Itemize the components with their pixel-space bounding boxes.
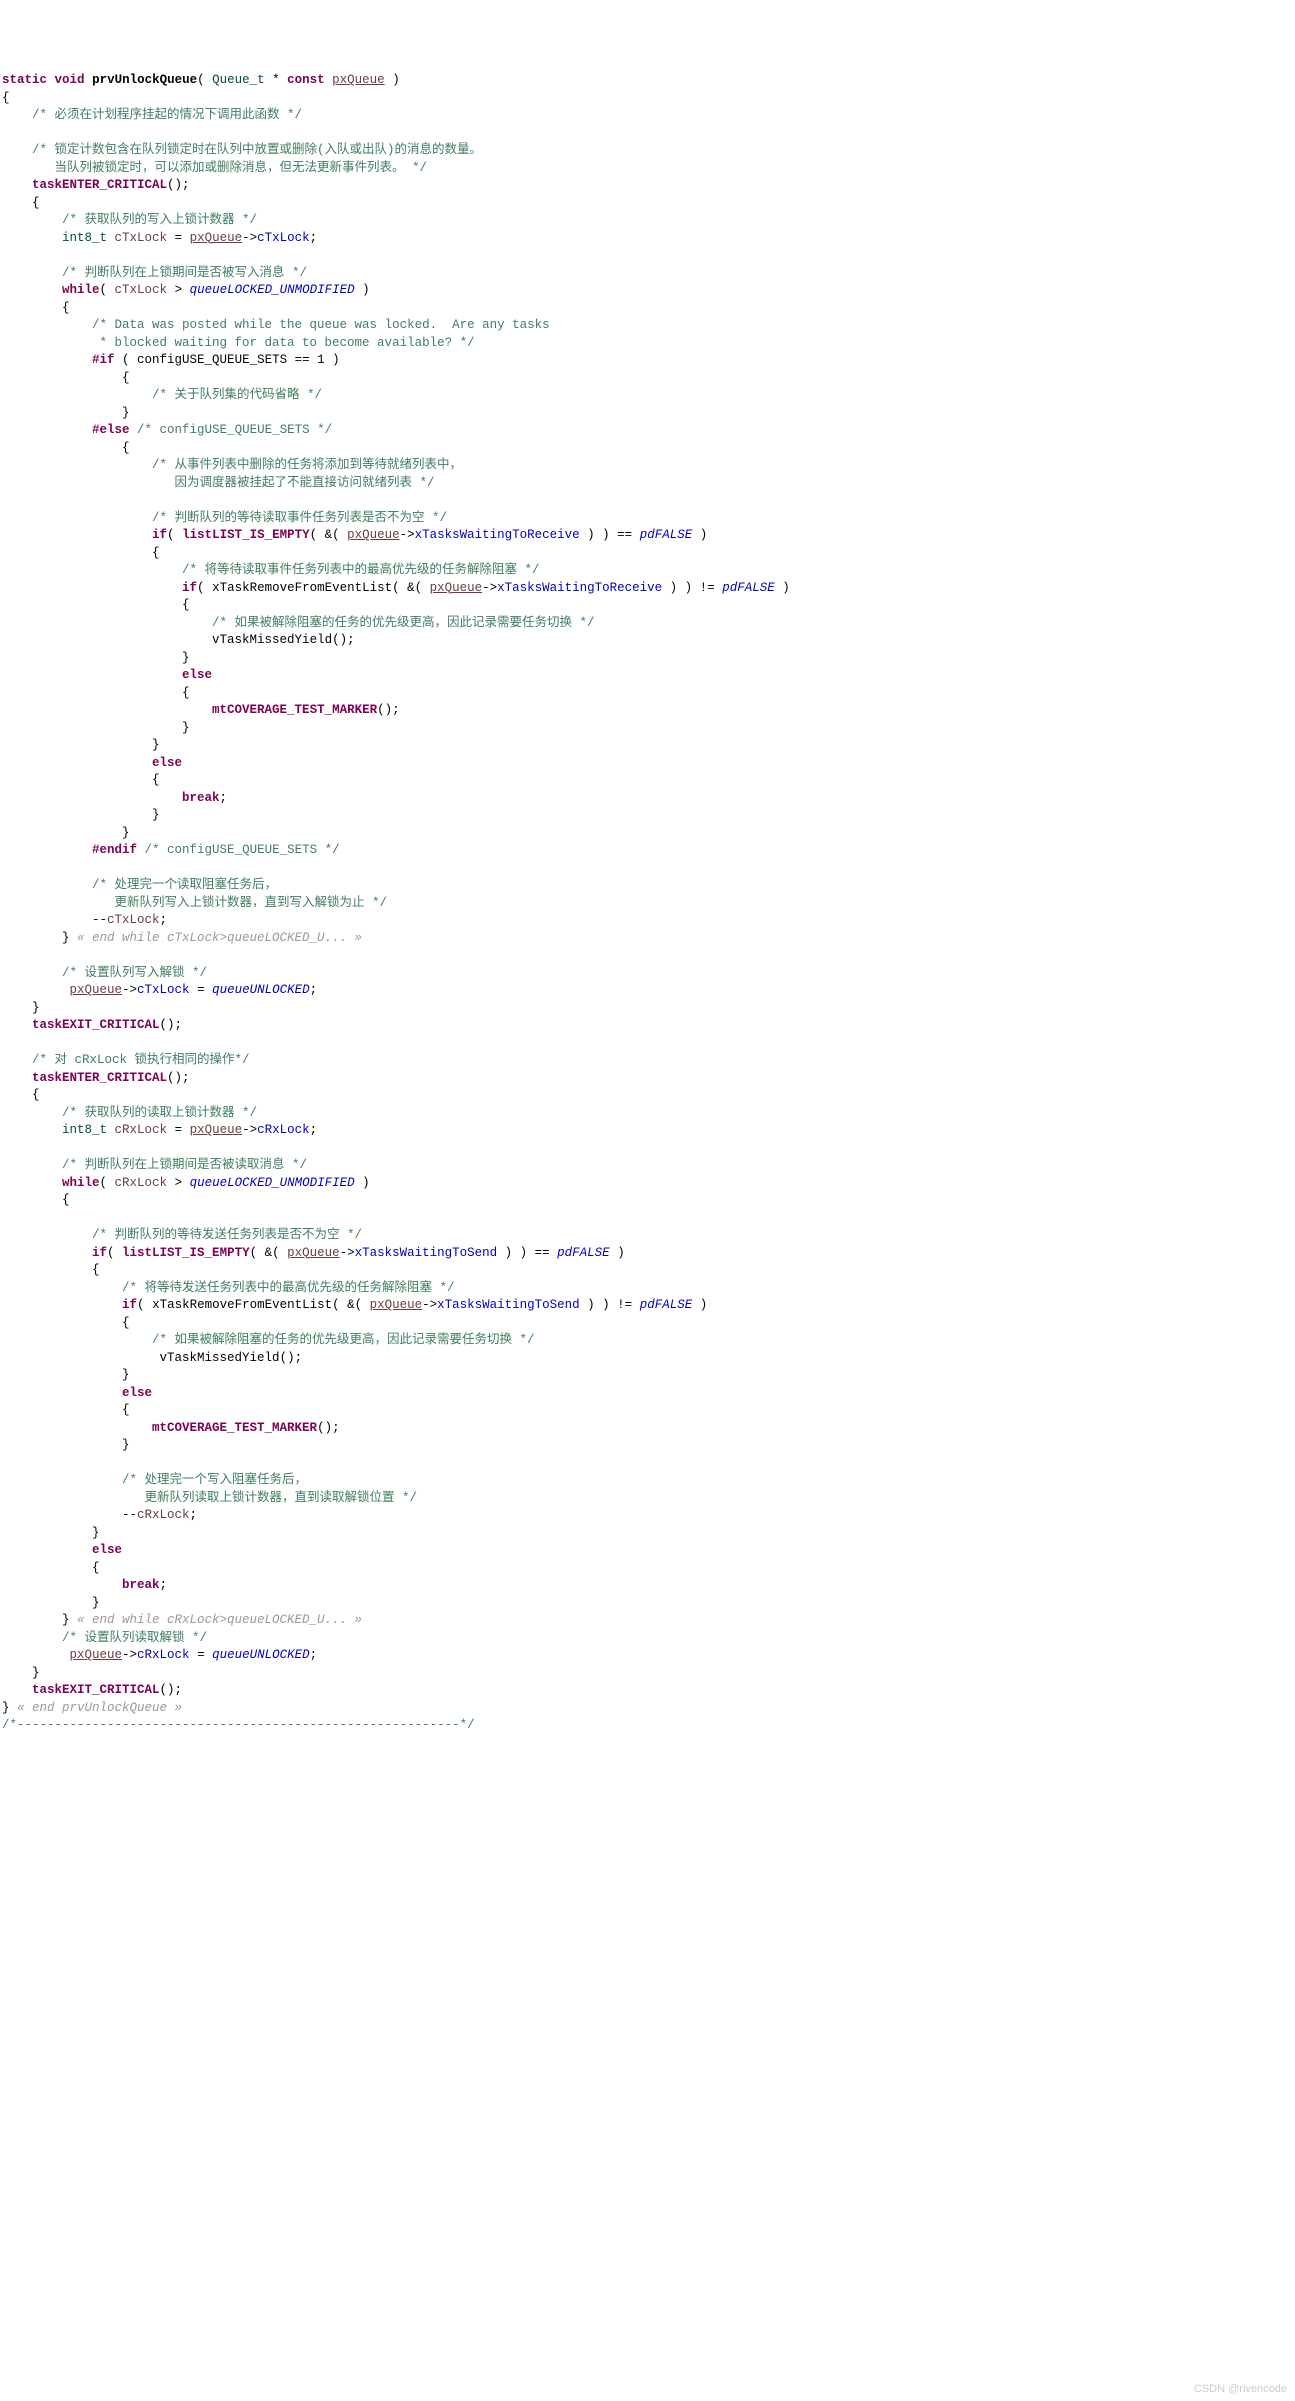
const: pdFALSE bbox=[557, 1246, 610, 1260]
param: pxQueue bbox=[332, 73, 385, 87]
type: int8_t bbox=[62, 231, 107, 245]
comment: /* 获取队列的读取上锁计数器 */ bbox=[62, 1106, 257, 1120]
comment: /* Data was posted while the queue was l… bbox=[92, 318, 550, 332]
type: Queue_t bbox=[212, 73, 265, 87]
var: cTxLock bbox=[107, 913, 160, 927]
var: cRxLock bbox=[137, 1508, 190, 1522]
kw-if: if bbox=[182, 581, 197, 595]
comment: /* 处理完一个写入阻塞任务后， bbox=[122, 1473, 307, 1487]
macro: listLIST_IS_EMPTY bbox=[122, 1246, 250, 1260]
param: pxQueue bbox=[70, 1648, 123, 1662]
pp-if: #if bbox=[92, 353, 115, 367]
comment: /* 判断队列在上锁期间是否被写入消息 */ bbox=[62, 266, 307, 280]
kw-else: else bbox=[122, 1386, 152, 1400]
field: xTasksWaitingToSend bbox=[437, 1298, 580, 1312]
comment: /* 如果被解除阻塞的任务的优先级更高，因此记录需要任务切换 */ bbox=[212, 616, 595, 630]
kw-if: if bbox=[122, 1298, 137, 1312]
type: int8_t bbox=[62, 1123, 107, 1137]
field: xTasksWaitingToSend bbox=[355, 1246, 498, 1260]
pp-endif: #endif bbox=[92, 843, 137, 857]
fold-hint: « end while cTxLock>queueLOCKED_U... » bbox=[77, 931, 362, 945]
fold-hint: « end while cRxLock>queueLOCKED_U... » bbox=[77, 1613, 362, 1627]
macro: mtCOVERAGE_TEST_MARKER bbox=[152, 1421, 317, 1435]
var: cTxLock bbox=[115, 283, 168, 297]
fn-call: xTaskRemoveFromEventList bbox=[212, 581, 392, 595]
fn-call: vTaskMissedYield bbox=[212, 633, 332, 647]
param: pxQueue bbox=[287, 1246, 340, 1260]
comment: /* 将等待发送任务列表中的最高优先级的任务解除阻塞 */ bbox=[122, 1281, 455, 1295]
param: pxQueue bbox=[430, 581, 483, 595]
macro: taskENTER_CRITICAL bbox=[32, 178, 167, 192]
comment: /* configUSE_QUEUE_SETS */ bbox=[145, 843, 340, 857]
comment: /* 从事件列表中删除的任务将添加到等待就绪列表中， bbox=[152, 458, 462, 472]
fn-call: xTaskRemoveFromEventList bbox=[152, 1298, 332, 1312]
comment: 更新队列读取上锁计数器，直到读取解锁位置 */ bbox=[2, 1491, 417, 1505]
comment: /* 将等待读取事件任务列表中的最高优先级的任务解除阻塞 */ bbox=[182, 563, 540, 577]
field: cRxLock bbox=[137, 1648, 190, 1662]
const: queueUNLOCKED bbox=[212, 983, 310, 997]
const: queueLOCKED_UNMODIFIED bbox=[190, 283, 355, 297]
comment: /* 判断队列的等待读取事件任务列表是否不为空 */ bbox=[152, 511, 447, 525]
comment: /* 判断队列在上锁期间是否被读取消息 */ bbox=[62, 1158, 307, 1172]
field: cRxLock bbox=[257, 1123, 310, 1137]
const: pdFALSE bbox=[640, 1298, 693, 1312]
comment: 更新队列写入上锁计数器，直到写入解锁为止 */ bbox=[2, 896, 387, 910]
watermark: CSDN @rivencode bbox=[1194, 2382, 1287, 2397]
comment: /* configUSE_QUEUE_SETS */ bbox=[137, 423, 332, 437]
comment: /*--------------------------------------… bbox=[2, 1718, 475, 1732]
kw-break: break bbox=[122, 1578, 160, 1592]
kw-const: const bbox=[287, 73, 325, 87]
macro: mtCOVERAGE_TEST_MARKER bbox=[212, 703, 377, 717]
var: cTxLock bbox=[115, 231, 168, 245]
comment: 当队列被锁定时，可以添加或删除消息，但无法更新事件列表。 */ bbox=[2, 161, 427, 175]
const: pdFALSE bbox=[640, 528, 693, 542]
macro: taskENTER_CRITICAL bbox=[32, 1071, 167, 1085]
kw-void: void bbox=[55, 73, 85, 87]
comment: /* 设置队列写入解锁 */ bbox=[62, 966, 207, 980]
kw-static: static bbox=[2, 73, 47, 87]
param: pxQueue bbox=[370, 1298, 423, 1312]
kw-else: else bbox=[182, 668, 212, 682]
comment: /* 锁定计数包含在队列锁定时在队列中放置或删除(入队或出队)的消息的数量。 bbox=[32, 143, 482, 157]
kw-if: if bbox=[152, 528, 167, 542]
field: xTasksWaitingToReceive bbox=[415, 528, 580, 542]
condition: configUSE_QUEUE_SETS == 1 bbox=[137, 353, 325, 367]
kw-else: else bbox=[152, 756, 182, 770]
kw-if: if bbox=[92, 1246, 107, 1260]
field: cTxLock bbox=[257, 231, 310, 245]
param: pxQueue bbox=[190, 1123, 243, 1137]
const: pdFALSE bbox=[722, 581, 775, 595]
fn-name: prvUnlockQueue bbox=[92, 73, 197, 87]
comment: /* 判断队列的等待发送任务列表是否不为空 */ bbox=[92, 1228, 362, 1242]
comment: /* 设置队列读取解锁 */ bbox=[62, 1631, 207, 1645]
macro: taskEXIT_CRITICAL bbox=[32, 1018, 160, 1032]
kw-while: while bbox=[62, 1176, 100, 1190]
code-block: static void prvUnlockQueue( Queue_t * co… bbox=[2, 72, 1295, 1735]
comment: /* 处理完一个读取阻塞任务后， bbox=[92, 878, 277, 892]
const: queueUNLOCKED bbox=[212, 1648, 310, 1662]
var: cRxLock bbox=[115, 1123, 168, 1137]
field: cTxLock bbox=[137, 983, 190, 997]
const: queueLOCKED_UNMODIFIED bbox=[190, 1176, 355, 1190]
fn-call: vTaskMissedYield bbox=[160, 1351, 280, 1365]
comment: /* 获取队列的写入上锁计数器 */ bbox=[62, 213, 257, 227]
comment: /* 关于队列集的代码省略 */ bbox=[152, 388, 322, 402]
param: pxQueue bbox=[347, 528, 400, 542]
comment: /* 如果被解除阻塞的任务的优先级更高，因此记录需要任务切换 */ bbox=[152, 1333, 535, 1347]
macro: listLIST_IS_EMPTY bbox=[182, 528, 310, 542]
param: pxQueue bbox=[190, 231, 243, 245]
pp-else: #else bbox=[92, 423, 130, 437]
kw-break: break bbox=[182, 791, 220, 805]
param: pxQueue bbox=[70, 983, 123, 997]
comment: /* 必须在计划程序挂起的情况下调用此函数 */ bbox=[32, 108, 302, 122]
var: cRxLock bbox=[115, 1176, 168, 1190]
comment: 因为调度器被挂起了不能直接访问就绪列表 */ bbox=[2, 476, 435, 490]
comment: * blocked waiting for data to become ava… bbox=[2, 336, 475, 350]
field: xTasksWaitingToReceive bbox=[497, 581, 662, 595]
kw-while: while bbox=[62, 283, 100, 297]
fold-hint: « end prvUnlockQueue » bbox=[17, 1701, 182, 1715]
kw-else: else bbox=[92, 1543, 122, 1557]
comment: /* 对 cRxLock 锁执行相同的操作*/ bbox=[32, 1053, 250, 1067]
macro: taskEXIT_CRITICAL bbox=[32, 1683, 160, 1697]
